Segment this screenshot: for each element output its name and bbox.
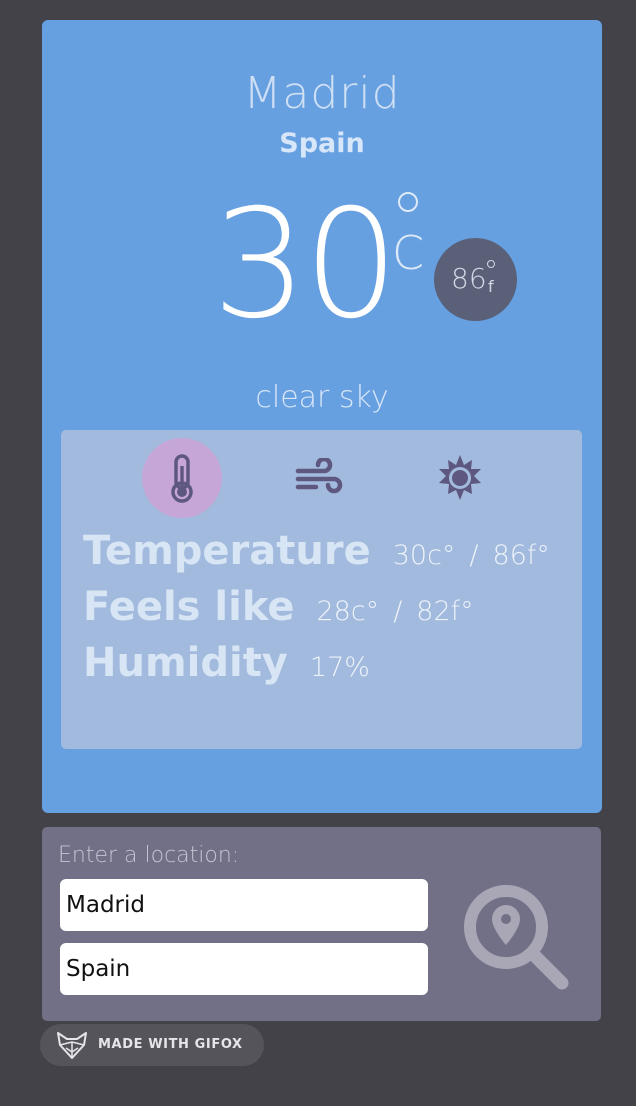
gifox-label: MADE WITH GIFOX: [98, 1037, 243, 1052]
fahrenheit-degree-symbol: [487, 260, 495, 268]
feels-like-row: Feels like 28c° / 82f°: [83, 584, 474, 630]
details-panel: Temperature 30c° / 86f° Feels like 28c° / 82f°…: [61, 430, 582, 749]
sun-icon: [439, 455, 481, 500]
city-input[interactable]: [60, 879, 428, 931]
celsius-unit: C: [392, 226, 425, 280]
feels-like-label: Feels like: [83, 584, 295, 630]
feels-like-fahrenheit-value: 82f°: [416, 596, 474, 627]
temperature-fahrenheit-value: 86f°: [492, 540, 550, 571]
fahrenheit-badge[interactable]: 86 f: [434, 238, 517, 321]
tab-temperature[interactable]: [142, 438, 222, 518]
location-label: Enter a location:: [58, 843, 240, 868]
thermometer-icon: [171, 454, 193, 503]
temperature-celsius-value: 30c°: [392, 540, 456, 571]
search-button[interactable]: [462, 883, 574, 995]
country-name: Spain: [279, 128, 365, 159]
fox-icon: [57, 1032, 87, 1059]
location-search-panel: Enter a location:: [42, 827, 601, 1021]
humidity-value: 17%: [309, 652, 370, 683]
city-name: Madrid: [243, 68, 401, 119]
degree-symbol: [398, 192, 418, 212]
humidity-label: Humidity: [83, 640, 288, 686]
tab-sun[interactable]: [420, 438, 500, 518]
temperature-label: Temperature: [83, 528, 371, 574]
weather-description: clear sky: [255, 380, 389, 415]
tab-wind[interactable]: [280, 438, 360, 518]
made-with-gifox-badge[interactable]: MADE WITH GIFOX: [40, 1024, 264, 1066]
wind-icon: [295, 458, 343, 494]
separator: /: [393, 596, 403, 627]
fahrenheit-unit: f: [488, 277, 494, 296]
separator: /: [469, 540, 479, 571]
weather-card: Madrid Spain 30 C 86 f clear sky Tempera…: [42, 20, 602, 813]
feels-like-celsius-value: 28c°: [316, 596, 380, 627]
country-input[interactable]: [60, 943, 428, 995]
humidity-row: Humidity 17%: [83, 640, 370, 686]
fahrenheit-value: 86: [451, 262, 487, 295]
temperature-row: Temperature 30c° / 86f°: [83, 528, 550, 574]
location-search-icon: [464, 885, 569, 990]
temperature-celsius: 30: [212, 178, 399, 352]
